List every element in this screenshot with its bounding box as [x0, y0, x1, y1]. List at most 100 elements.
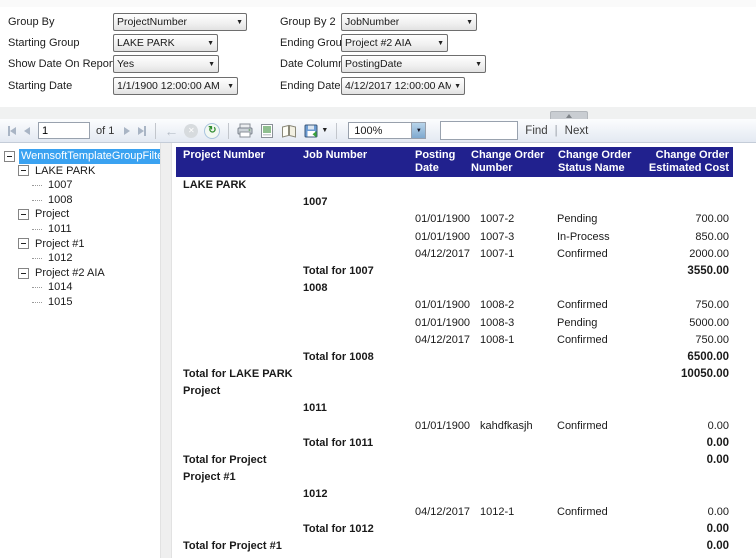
total-estimated-cost: 3550.00: [687, 265, 729, 277]
starting-date-label: Starting Date: [8, 80, 72, 92]
table-row: Total for Project #1 0.00: [176, 539, 733, 556]
tree-node-1007[interactable]: 1007: [0, 178, 160, 193]
tree-connector-icon: [32, 229, 42, 230]
find-link[interactable]: Find: [525, 125, 547, 137]
zoom-dropdown-icon[interactable]: ▼: [411, 123, 425, 138]
report-canvas: Project Number Job Number Posting Date C…: [172, 143, 756, 558]
cell-change-order-status: Pending: [557, 213, 597, 225]
group-by-select[interactable]: ProjectNumber▼: [113, 13, 247, 31]
export-icon[interactable]: ▼: [303, 123, 328, 139]
cell-change-order-status: Confirmed: [557, 334, 608, 346]
ending-group-value: Project #2 AIA: [345, 37, 412, 49]
tree-node-label: 1015: [46, 295, 74, 310]
table-row: Total for 10110.00: [176, 436, 733, 453]
date-column-select[interactable]: PostingDate▼: [341, 55, 486, 73]
tree-node-project-2-aia[interactable]: Project #2 AIA: [0, 266, 160, 281]
previous-page-icon[interactable]: [24, 127, 30, 135]
total-estimated-cost: 0.00: [707, 540, 729, 552]
table-row: Total for LAKE PARK10050.00: [176, 367, 733, 384]
table-body: LAKE PARK100701/01/19001007-2Pending700.…: [176, 178, 733, 556]
cell-posting-date: 01/01/1900: [415, 231, 470, 243]
page-setup-icon[interactable]: [281, 123, 297, 139]
starting-group-label: Starting Group: [8, 37, 80, 49]
table-row: Project #1: [176, 470, 733, 487]
cell-change-order-status: Confirmed: [557, 299, 608, 311]
tree-connector-icon: [32, 185, 42, 186]
tree-node-1012[interactable]: 1012: [0, 251, 160, 266]
back-icon[interactable]: ←: [164, 123, 178, 139]
tree-node-wennsofttemplategroupfilterd[interactable]: WennsoftTemplateGroupFilterD: [0, 149, 160, 164]
document-map-tree: WennsoftTemplateGroupFilterDLAKE PARK100…: [0, 143, 160, 558]
tree-connector-icon: [32, 200, 42, 201]
export-caret-icon[interactable]: ▼: [321, 127, 328, 134]
find-input[interactable]: [440, 121, 518, 140]
tree-node-label: Project #1: [33, 237, 87, 252]
cell-job-number: 1012: [303, 488, 327, 500]
collapse-node-icon[interactable]: [18, 268, 29, 279]
chevron-up-icon: [566, 114, 572, 118]
chevron-down-icon: ▼: [208, 61, 215, 68]
table-row: Project: [176, 384, 733, 401]
ending-date-select[interactable]: 4/12/2017 12:00:00 AM▼: [341, 77, 465, 95]
next-page-icon[interactable]: [124, 127, 130, 135]
tree-node-1015[interactable]: 1015: [0, 295, 160, 310]
group-by-2-label: Group By 2: [280, 16, 336, 28]
tree-node-project[interactable]: Project: [0, 207, 160, 222]
chevron-down-icon: ▼: [466, 19, 473, 26]
zoom-value: 100%: [354, 125, 382, 137]
print-icon[interactable]: [237, 123, 253, 139]
total-label: Total for 1007: [303, 265, 374, 277]
refresh-icon[interactable]: ↻: [204, 123, 220, 139]
next-link[interactable]: Next: [565, 125, 589, 137]
report-viewer-window: Group ByProjectNumber▼Starting GroupLAKE…: [0, 0, 756, 558]
print-layout-icon[interactable]: [259, 123, 275, 139]
show-date-on-report-value: Yes: [117, 58, 134, 70]
cell-project-number: Project: [183, 385, 220, 397]
parameters-bottom-strip: [0, 107, 756, 119]
table-row: 1011: [176, 401, 733, 418]
first-page-icon[interactable]: [8, 126, 16, 136]
page-number-input[interactable]: [38, 122, 90, 139]
cell-change-order-status: In-Process: [557, 231, 610, 243]
report-toolbar: of 1 ← ✕ ↻ ▼ 100% ▼ Find | Next: [0, 119, 756, 143]
cancel-rendering-icon[interactable]: ✕: [184, 124, 198, 138]
zoom-select[interactable]: 100% ▼: [348, 122, 426, 139]
table-row: 1008: [176, 281, 733, 298]
group-by-2-value: JobNumber: [345, 16, 399, 28]
cell-change-order-status: Confirmed: [557, 420, 608, 432]
tree-node-label: LAKE PARK: [33, 164, 97, 179]
total-label: Total for Project #1: [183, 540, 282, 552]
group-by-2-select[interactable]: JobNumber ▼: [341, 13, 477, 31]
starting-group-select[interactable]: LAKE PARK▼: [113, 34, 218, 52]
ending-group-select[interactable]: Project #2 AIA▼: [341, 34, 448, 52]
collapse-node-icon[interactable]: [4, 151, 15, 162]
cell-change-order-number: 1012-1: [480, 506, 514, 518]
cell-change-order-number: 1007-3: [480, 231, 514, 243]
tree-node-1011[interactable]: 1011: [0, 222, 160, 237]
show-date-on-report-select[interactable]: Yes ▼: [113, 55, 219, 73]
table-row: Total for Project0.00: [176, 453, 733, 470]
tree-node-label: 1007: [46, 178, 74, 193]
cell-change-order-number: 1007-2: [480, 213, 514, 225]
cell-job-number: 1008: [303, 282, 327, 294]
total-label: Total for 1012: [303, 523, 374, 535]
table-row: 1007: [176, 195, 733, 212]
tree-node-project-1[interactable]: Project #1: [0, 237, 160, 252]
tree-node-lake-park[interactable]: LAKE PARK: [0, 164, 160, 179]
starting-date-select[interactable]: 1/1/1900 12:00:00 AM▼: [113, 77, 238, 95]
cell-estimated-cost: 5000.00: [689, 317, 729, 329]
chevron-down-icon: ▼: [475, 61, 482, 68]
cell-posting-date: 01/01/1900: [415, 213, 470, 225]
cell-estimated-cost: 0.00: [708, 506, 729, 518]
total-label: Total for LAKE PARK: [183, 368, 293, 380]
tree-node-1008[interactable]: 1008: [0, 193, 160, 208]
last-page-icon[interactable]: [138, 126, 146, 136]
cell-estimated-cost: 700.00: [695, 213, 729, 225]
tree-node-1014[interactable]: 1014: [0, 280, 160, 295]
document-map-splitter[interactable]: [160, 143, 172, 558]
collapse-node-icon[interactable]: [18, 209, 29, 220]
collapse-node-icon[interactable]: [18, 238, 29, 249]
cell-change-order-status: Confirmed: [557, 248, 608, 260]
collapse-node-icon[interactable]: [18, 165, 29, 176]
cell-change-order-number: 1008-1: [480, 334, 514, 346]
